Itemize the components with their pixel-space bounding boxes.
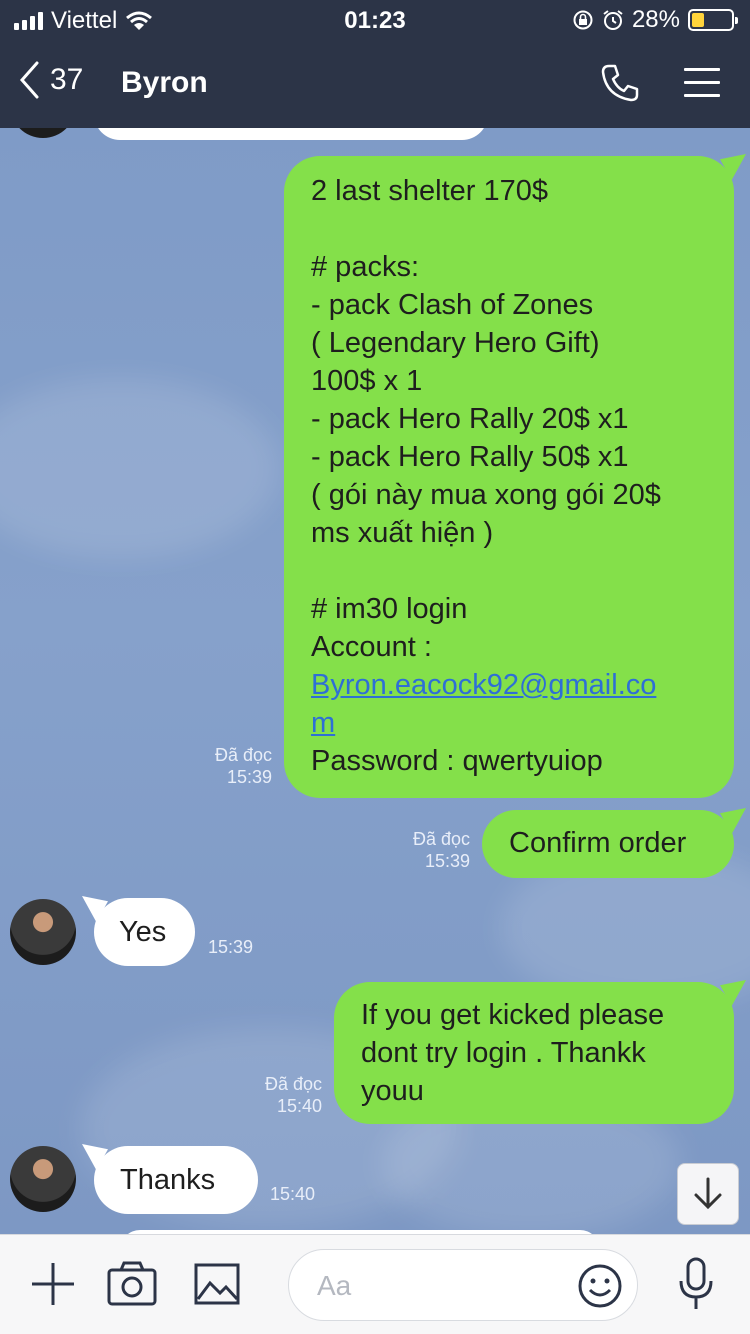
message-meta: Đã đọc 15:39 [190,744,272,788]
arrow-down-icon [694,1177,722,1210]
message-time: 15:39 [208,937,254,957]
battery-percent: 28% [631,6,680,33]
message-text: Thanks [120,1164,216,1196]
message-text: Yes [119,916,167,948]
message-time: 15:39 [424,851,470,871]
message-input[interactable]: Aa [288,1249,638,1321]
read-receipt: Đã đọc [214,745,272,765]
back-button[interactable]: 37 [18,60,83,100]
message-time: 15:40 [270,1184,316,1204]
menu-icon[interactable] [684,68,720,107]
message-meta: Đã đọc 15:40 [240,1073,322,1117]
plus-icon[interactable] [30,1261,76,1312]
input-toolbar: Aa [0,1234,750,1334]
input-placeholder: Aa [317,1270,352,1301]
email-link[interactable]: m [311,704,714,742]
microphone-icon[interactable] [676,1257,716,1316]
battery-icon [688,9,738,31]
image-icon[interactable] [194,1261,240,1312]
message-bubble-outgoing[interactable]: 2 last shelter 170$ # packs: - pack Clas… [284,154,746,798]
message-time: 15:40 [276,1096,322,1116]
message-text: 2 last shelter 170$ # packs: - pack Clas… [311,172,714,780]
email-link[interactable]: Byron.eacock92@gmail.co [311,666,714,704]
message-bubble-incoming[interactable]: Yes [82,896,195,966]
message-bubble-outgoing[interactable]: If you get kicked please dont try login … [334,980,746,1124]
message-time: 15:39 [226,767,272,787]
message-bubble-partial [94,128,488,140]
chevron-left-icon [19,61,39,99]
chat-area[interactable]: 2 last shelter 170$ # packs: - pack Clas… [0,128,750,1234]
message-text: Confirm order [509,827,687,859]
smiley-icon[interactable] [577,1263,623,1309]
rotation-lock-icon [573,10,593,30]
alarm-icon [603,10,623,30]
top-bar: Viettel 01:23 28% 37 Byron [0,0,750,128]
chat-header: 37 Byron [0,40,750,128]
unread-count: 37 [50,63,84,96]
avatar[interactable] [10,1146,76,1212]
avatar[interactable] [10,899,76,965]
message-meta: Đã đọc 15:39 [388,828,470,872]
camera-icon[interactable] [107,1261,157,1312]
avatar[interactable] [10,128,76,138]
message-bubble-incoming[interactable]: Thanks [82,1144,258,1214]
phone-icon [601,64,639,102]
status-right: 28% [572,6,738,34]
read-receipt: Đã đọc [412,829,470,849]
call-button[interactable] [600,63,640,108]
contact-name: Byron [121,66,208,99]
message-text: If you get kicked please dont try login … [361,999,665,1107]
battery-level [692,13,704,27]
message-bubble-outgoing[interactable]: Confirm order [482,808,746,878]
status-bar: Viettel 01:23 28% [0,0,750,40]
read-receipt: Đã đọc [264,1074,322,1094]
scroll-to-bottom-button[interactable] [677,1163,739,1225]
